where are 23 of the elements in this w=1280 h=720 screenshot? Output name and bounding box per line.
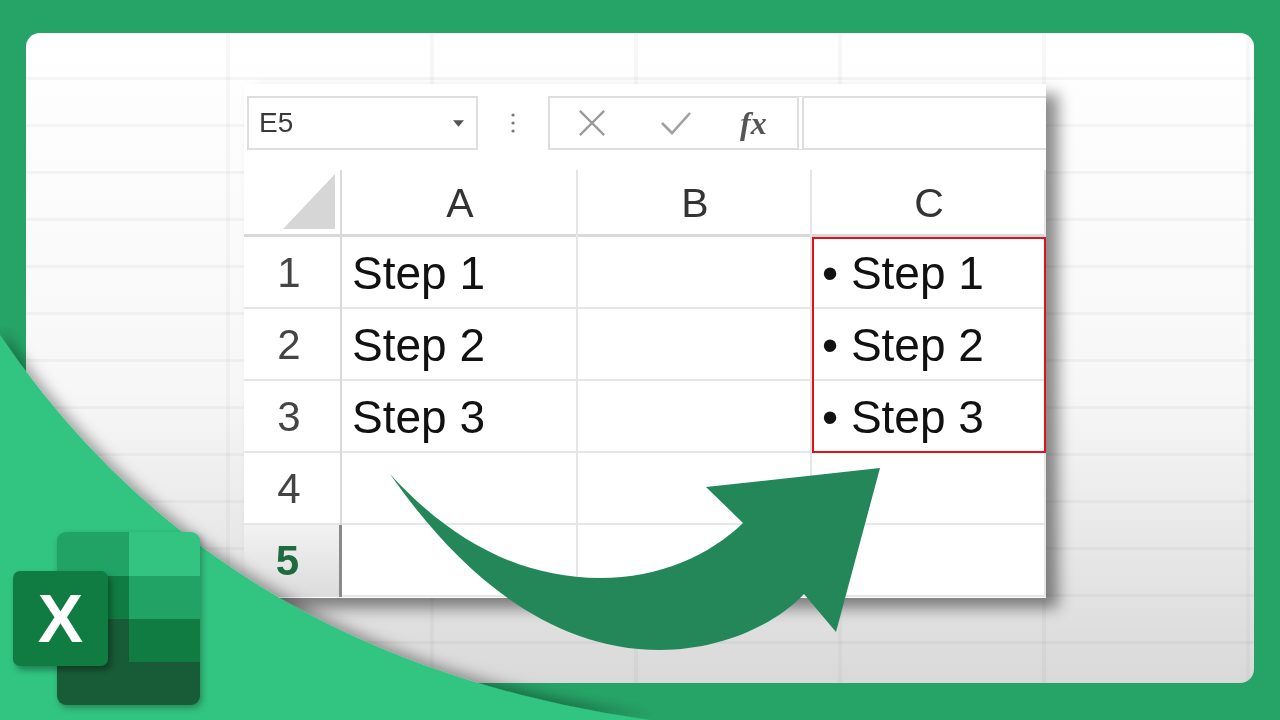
logo-letter: X	[13, 571, 108, 666]
sheet-cell[interactable]: Step 3	[342, 381, 578, 453]
cross-icon[interactable]	[578, 109, 606, 137]
name-box[interactable]: E5	[247, 96, 478, 150]
check-icon[interactable]	[660, 111, 692, 135]
select-all-icon[interactable]	[283, 174, 335, 229]
caret-icon[interactable]	[453, 119, 464, 127]
row-header[interactable]: 3	[244, 381, 342, 453]
sheet-cell[interactable]: • Step 1	[812, 237, 1046, 309]
vertical-dots-icon[interactable]	[511, 113, 515, 133]
row-header[interactable]: 1	[244, 237, 342, 309]
sheet-cell[interactable]: Step 1	[342, 237, 578, 309]
column-header[interactable]: C	[812, 170, 1046, 237]
sheet-cell[interactable]: • Step 3	[812, 381, 1046, 453]
function-button[interactable]: fx	[740, 107, 767, 139]
sheet-cell[interactable]: Step 2	[342, 309, 578, 381]
row-header[interactable]: 2	[244, 309, 342, 381]
row-header[interactable]: 4	[244, 453, 342, 525]
column-header[interactable]: A	[342, 170, 578, 237]
column-header[interactable]: B	[578, 170, 812, 237]
sheet-cell[interactable]: • Step 2	[812, 309, 1046, 381]
formula-field[interactable]	[797, 96, 1046, 150]
row-header[interactable]: 5	[244, 525, 342, 597]
